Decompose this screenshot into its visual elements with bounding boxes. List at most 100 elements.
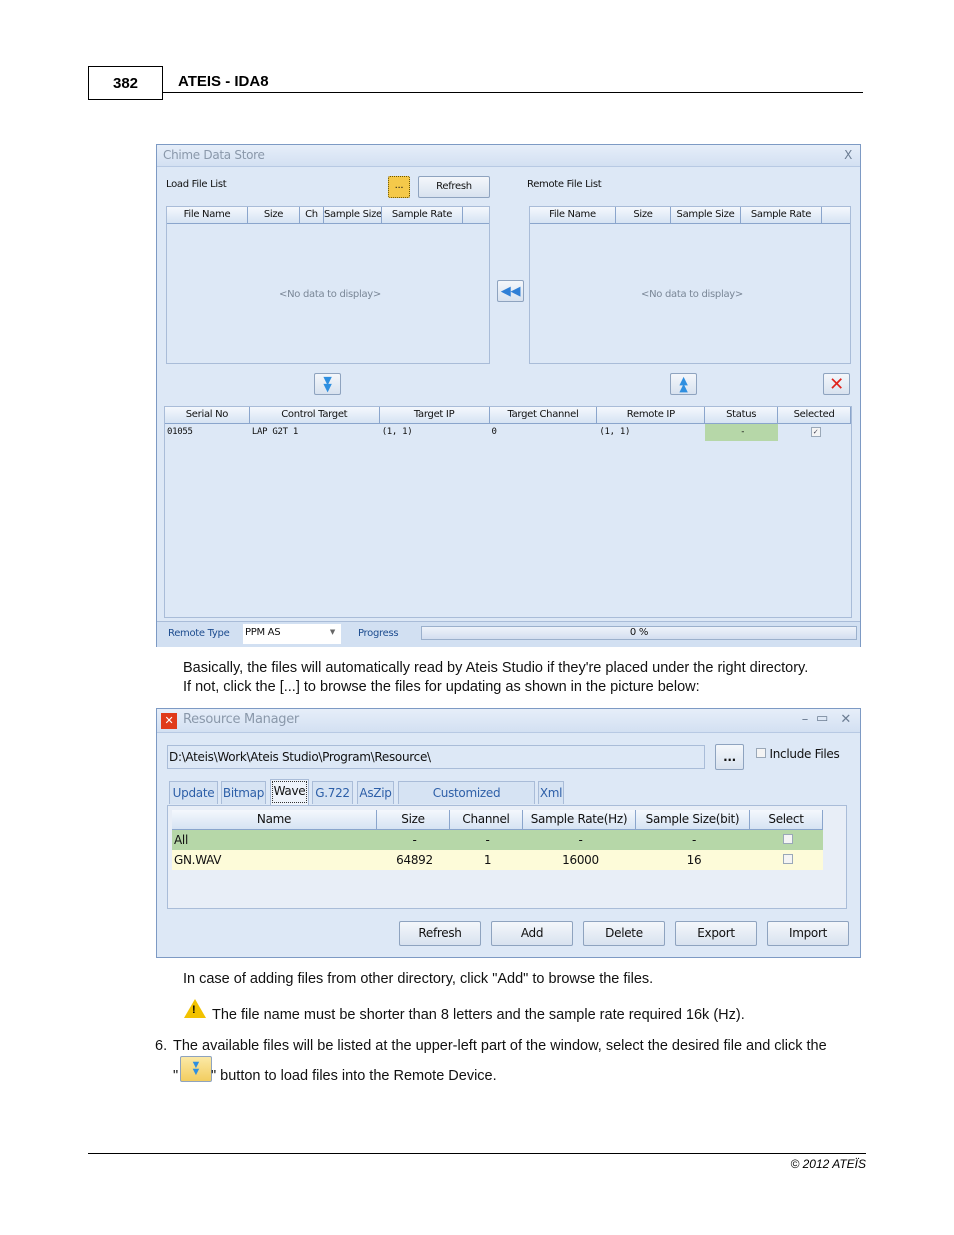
window-title: Resource Manager (183, 712, 299, 727)
minimize-icon[interactable]: – (802, 712, 809, 727)
refresh-button[interactable]: Refresh (418, 176, 490, 198)
remote-type-value: PPM AS (245, 627, 281, 638)
column-header[interactable]: Size (616, 207, 671, 223)
tab-bitmap[interactable]: Bitmap (221, 781, 266, 804)
double-chevron-left-icon: ◀◀ (500, 283, 521, 299)
progress-text: 0 % (629, 627, 649, 638)
device-grid[interactable]: Serial No Control Target Target IP Targe… (164, 406, 852, 618)
tab-g722[interactable]: G.722 (312, 781, 353, 804)
refresh-button[interactable]: Refresh (399, 921, 481, 946)
add-button[interactable]: Add (491, 921, 573, 946)
path-value: D:\Ateis\Work\Ateis Studio\Program\Resou… (169, 750, 431, 764)
wave-grid[interactable]: Name Size Channel Sample Rate(Hz) Sample… (167, 805, 847, 909)
remote-file-grid[interactable]: File Name Size Sample Size Sample Rate <… (529, 206, 851, 364)
close-icon[interactable]: ✕ (840, 712, 851, 727)
column-header[interactable]: Size (248, 207, 300, 223)
load-down-button[interactable]: ▼ ▼ (314, 373, 341, 395)
sample-rate-cell: 16000 (562, 853, 599, 867)
column-header[interactable]: Ch (300, 207, 324, 223)
title-bar: Chime Data Store X (157, 145, 860, 167)
delete-button[interactable]: ✕ (823, 373, 850, 395)
table-row[interactable]: GN.WAV 64892 1 16000 16 (172, 850, 823, 870)
checkbox-checked[interactable]: ✓ (810, 427, 821, 437)
select-cell[interactable] (750, 850, 823, 870)
column-header[interactable]: Select (750, 810, 823, 829)
load-file-grid[interactable]: File Name Size Ch Sample Size Sample Rat… (166, 206, 490, 364)
window-title: Chime Data Store (163, 148, 265, 162)
column-header[interactable]: Control Target (250, 407, 380, 423)
upload-up-button[interactable]: ▲ ▲ (670, 373, 697, 395)
name-cell: GN.WAV (174, 853, 222, 867)
delete-button[interactable]: Delete (583, 921, 665, 946)
size-cell: - (412, 833, 417, 847)
footer-divider (88, 1153, 866, 1154)
step-text: " button to load files into the Remote D… (211, 1068, 497, 1084)
column-header[interactable]: Remote IP (597, 407, 706, 423)
dropdown-arrow-icon: ▼ (329, 628, 335, 636)
copyright: © 2012 ATEÏS (790, 1157, 866, 1171)
tab-wave[interactable]: Wave (270, 779, 309, 805)
checkbox[interactable] (756, 748, 766, 758)
chime-data-store-window: Chime Data Store X Load File List ... Re… (156, 144, 861, 647)
include-files-checkbox[interactable]: Include Files (756, 747, 840, 761)
column-header[interactable]: Sample Size (324, 207, 382, 223)
column-header[interactable]: File Name (167, 207, 248, 223)
column-header[interactable]: Sample Size(bit) (636, 810, 750, 829)
column-header[interactable]: Name (172, 810, 377, 829)
browse-button[interactable]: ... (715, 744, 744, 770)
close-icon[interactable]: X (844, 148, 852, 162)
channel-cell: - (485, 833, 490, 847)
load-down-button-inline: ▼ ▼ (180, 1056, 212, 1082)
tab-customized-component[interactable]: Customized Component (398, 781, 535, 822)
select-cell[interactable] (750, 830, 823, 850)
column-header[interactable]: Channel (450, 810, 523, 829)
load-file-list-label: Load File List (166, 179, 227, 190)
checkbox[interactable] (782, 854, 793, 864)
column-header[interactable]: Serial No (165, 407, 250, 423)
selected-cell[interactable]: ✓ (778, 424, 851, 441)
title-bar: ✕ Resource Manager – ▭ ✕ (157, 709, 860, 733)
export-button[interactable]: Export (675, 921, 757, 946)
import-button[interactable]: Import (767, 921, 849, 946)
sample-rate-cell: - (578, 833, 583, 847)
size-cell: 64892 (396, 853, 433, 867)
column-header[interactable]: Sample Rate(Hz) (523, 810, 636, 829)
column-header[interactable]: Sample Rate (741, 207, 822, 223)
double-chevron-up-icon: ▲ ▲ (679, 374, 688, 394)
column-header[interactable]: Target Channel (490, 407, 598, 423)
browse-button[interactable]: ... (388, 176, 410, 198)
app-logo-icon: ✕ (161, 713, 177, 729)
progress-label: Progress (358, 628, 399, 639)
page-header-title: ATEIS - IDA8 (178, 73, 269, 90)
table-row-all[interactable]: All - - - - (172, 830, 823, 850)
double-chevron-down-icon: ▼ ▼ (323, 374, 332, 394)
status-cell: - (705, 424, 779, 441)
path-input[interactable]: D:\Ateis\Work\Ateis Studio\Program\Resou… (167, 745, 705, 769)
column-header[interactable]: Target IP (380, 407, 490, 423)
name-cell: All (174, 833, 188, 847)
column-header[interactable]: Selected (778, 407, 851, 423)
step-number: 6. (155, 1038, 168, 1054)
column-header[interactable]: Size (377, 810, 450, 829)
remote-type-label: Remote Type (168, 628, 230, 639)
serial-cell: 01055 (167, 427, 193, 437)
warning-mark: ! (192, 1004, 196, 1016)
sample-size-cell: 16 (686, 853, 702, 867)
checkbox[interactable] (782, 834, 793, 844)
tab-update[interactable]: Update (169, 781, 218, 804)
paragraph: In case of adding files from other direc… (183, 971, 654, 987)
double-chevron-down-icon: ▼ ▼ (190, 1059, 202, 1078)
column-header[interactable]: File Name (530, 207, 616, 223)
control-target-cell: LAP G2T 1 (251, 427, 298, 437)
copy-to-local-button[interactable]: ◀◀ (497, 280, 524, 302)
remote-type-select[interactable]: PPM AS ▼ (243, 624, 341, 644)
column-header[interactable]: Sample Size (671, 207, 741, 223)
tab-aszip[interactable]: AsZip (357, 781, 394, 804)
maximize-icon[interactable]: ▭ (816, 711, 828, 726)
column-header[interactable]: Status (705, 407, 779, 423)
tab-xml[interactable]: Xml (538, 781, 564, 804)
table-row[interactable]: 01055 LAP G2T 1 (1, 1) 0 (1, 1) - ✓ (165, 424, 851, 441)
column-header[interactable]: Sample Rate (382, 207, 463, 223)
paragraph: If not, click the [...] to browse the fi… (183, 679, 700, 695)
channel-cell: 1 (483, 853, 492, 867)
